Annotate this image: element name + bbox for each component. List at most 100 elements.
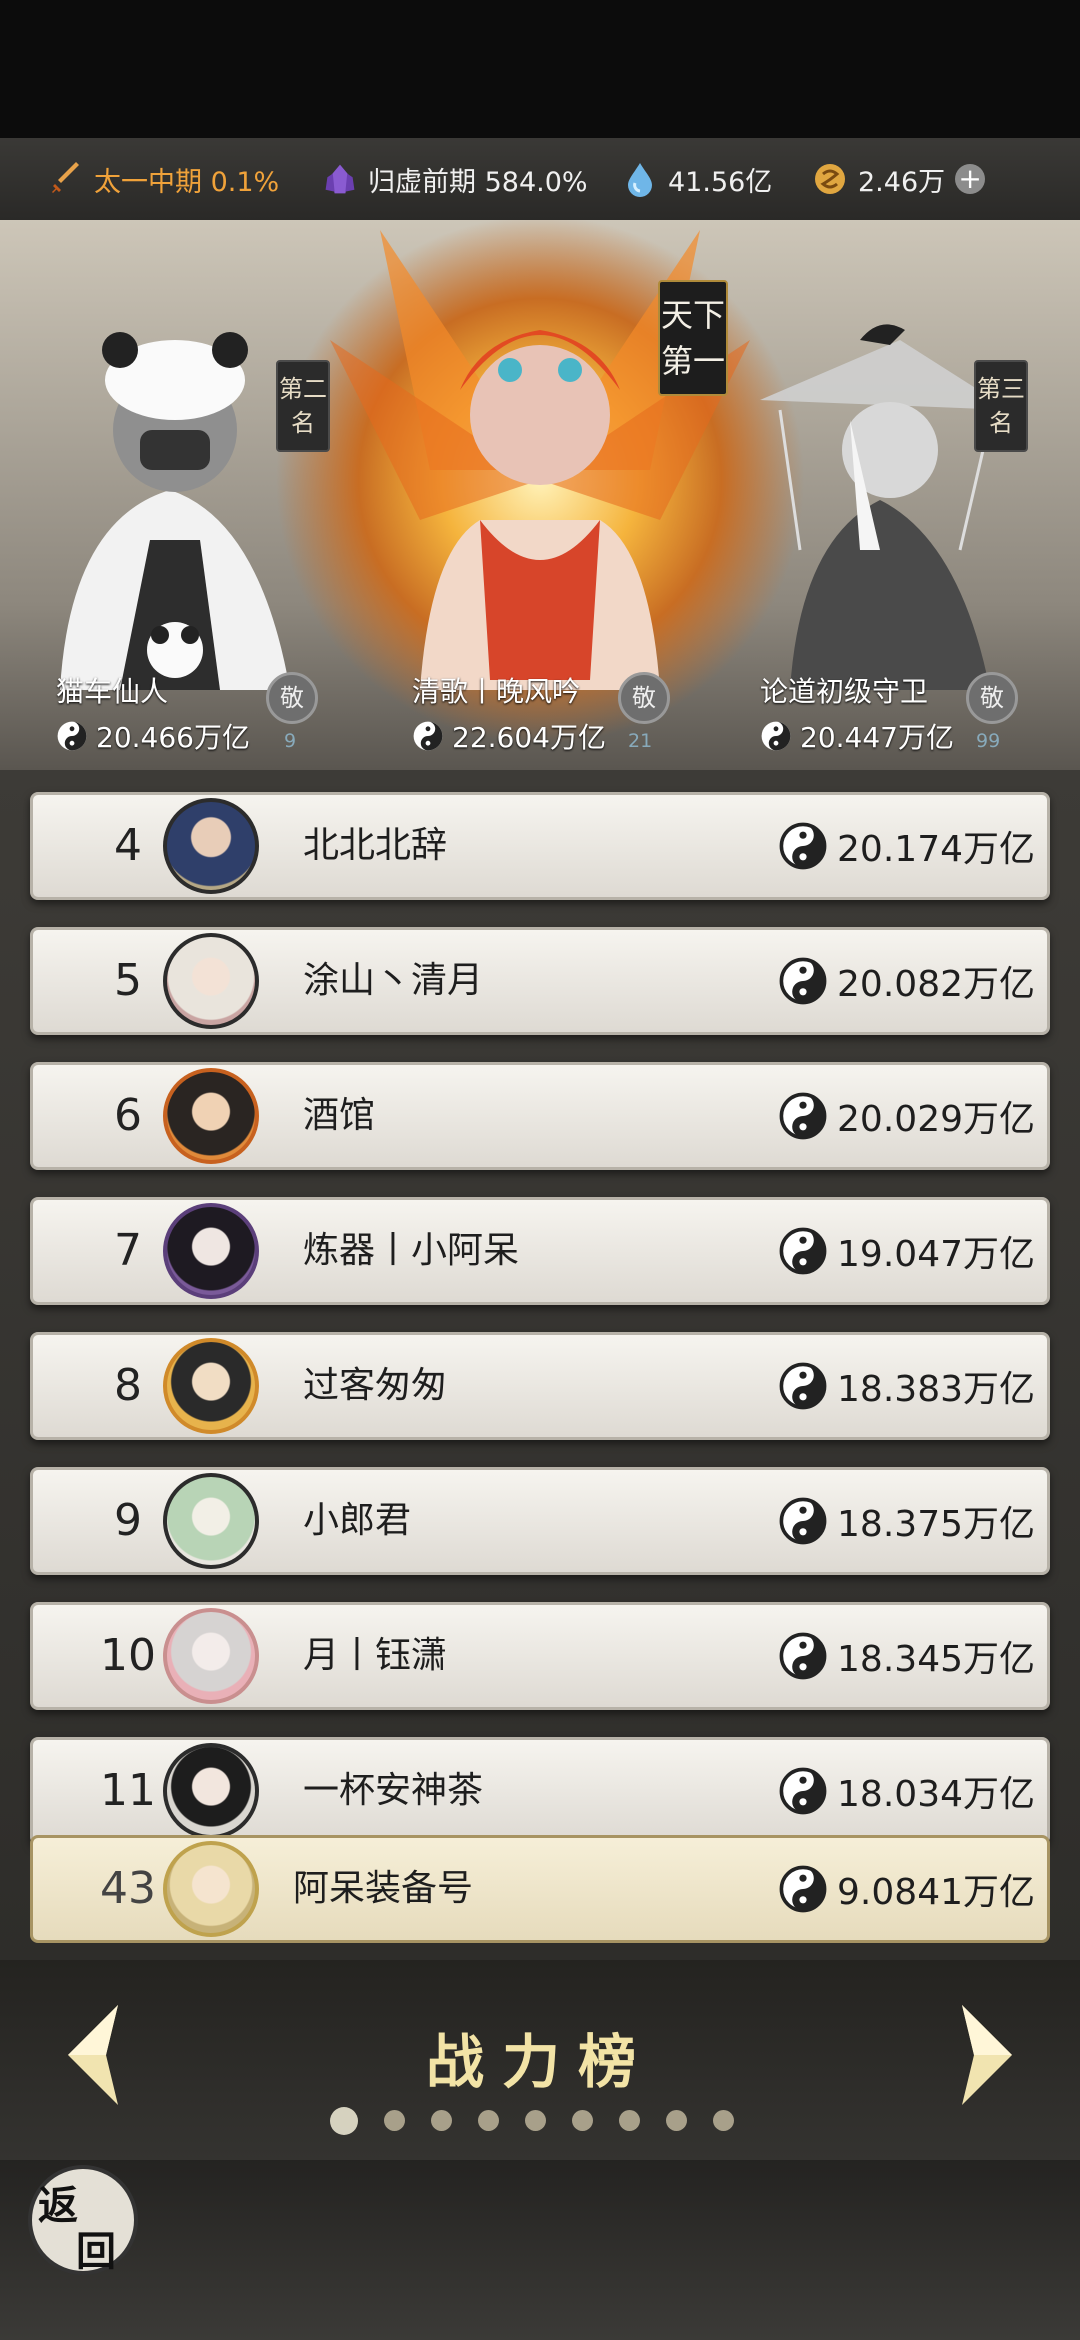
- yin-yang-icon: [779, 957, 827, 1005]
- realm-label: 归虚前期 584.0%: [368, 166, 588, 198]
- my-player-name: 阿呆装备号: [293, 1868, 474, 1909]
- yin-yang-icon: [413, 721, 443, 751]
- power-value: 18.375万亿: [779, 1470, 1035, 1572]
- bottom-panel: 战力榜 返 回: [0, 1960, 1080, 2340]
- ranking-row[interactable]: 6 酒馆 20.029万亿: [30, 1062, 1050, 1170]
- cultivation-resource: 太一中期 0.1%: [48, 138, 279, 220]
- ranking-row[interactable]: 10 月丨钰潇 18.345万亿: [30, 1602, 1050, 1710]
- ranking-row[interactable]: 8 过客匆匆 18.383万亿: [30, 1332, 1050, 1440]
- power-value: 18.383万亿: [779, 1335, 1035, 1437]
- yin-yang-icon: [761, 721, 791, 751]
- power-text: 18.345万亿: [837, 1639, 1035, 1680]
- third-place-power: 20.447万亿: [760, 716, 954, 756]
- page-dot[interactable]: [572, 2110, 593, 2131]
- crystal-icon: [322, 161, 358, 197]
- yin-yang-icon: [779, 1497, 827, 1545]
- ranking-row[interactable]: 5 涂山丶清月 20.082万亿: [30, 927, 1050, 1035]
- my-power-text: 9.0841万亿: [837, 1872, 1035, 1913]
- third-place-power-value: 20.447万亿: [800, 721, 954, 754]
- third-place-name: 论道初级守卫: [760, 675, 929, 708]
- back-label-2: 回: [76, 2228, 116, 2275]
- my-ranking-row[interactable]: 43 阿呆装备号 9.0841万亿: [30, 1835, 1050, 1943]
- first-place-card[interactable]: 清歌丨晚风吟 22.604万亿 敬 21: [396, 660, 696, 760]
- first-place-power: 22.604万亿: [412, 716, 606, 756]
- next-board-arrow-icon[interactable]: [952, 2000, 1022, 2110]
- page-dot[interactable]: [619, 2110, 640, 2131]
- spirit-coin-resource: 2.46万 +: [812, 138, 986, 220]
- ranking-row[interactable]: 7 炼器丨小阿呆 19.047万亿: [30, 1197, 1050, 1305]
- second-place-plaque: 第二名: [276, 360, 330, 452]
- yin-yang-icon: [779, 1362, 827, 1410]
- player-name: 一杯安神茶: [303, 1770, 484, 1811]
- top-status-area: [0, 0, 1080, 138]
- ranking-list[interactable]: 4 北北北辞 20.174万亿 5 涂山丶清月 20.082万亿 6 酒馆 20…: [0, 770, 1080, 1960]
- page-dot[interactable]: [384, 2110, 405, 2131]
- back-button[interactable]: 返 回: [28, 2165, 138, 2275]
- spirit-water-label: 41.56亿: [668, 166, 773, 198]
- power-text: 20.082万亿: [837, 964, 1035, 1005]
- third-place-plaque: 第三名: [974, 360, 1028, 452]
- avatar: [163, 1068, 259, 1164]
- avatar: [163, 1203, 259, 1299]
- power-value: 19.047万亿: [779, 1200, 1035, 1302]
- first-place-plaque: 天下第一: [658, 280, 728, 396]
- avatar: [163, 798, 259, 894]
- yin-yang-icon: [57, 721, 87, 751]
- second-place-card[interactable]: 猫车仙人 20.466万亿 敬 9: [40, 660, 340, 760]
- back-label-1: 返: [38, 2182, 78, 2229]
- page-dot[interactable]: [713, 2110, 734, 2131]
- page-indicator: [330, 2107, 734, 2135]
- avatar: [163, 933, 259, 1029]
- my-power-value: 9.0841万亿: [779, 1838, 1035, 1940]
- sword-icon: [48, 161, 84, 197]
- ranking-row[interactable]: 11 一杯安神茶 18.034万亿: [30, 1737, 1050, 1845]
- page-dot[interactable]: [330, 2107, 358, 2135]
- power-value: 20.082万亿: [779, 930, 1035, 1032]
- ranking-row[interactable]: 4 北北北辞 20.174万亿: [30, 792, 1050, 900]
- power-text: 19.047万亿: [837, 1234, 1035, 1275]
- yin-yang-icon: [779, 1865, 827, 1913]
- page-dot[interactable]: [525, 2110, 546, 2131]
- worship-button-second[interactable]: 敬: [266, 672, 318, 724]
- worship-count-second: 9: [284, 730, 297, 752]
- yin-yang-icon: [779, 1767, 827, 1815]
- second-place-power-value: 20.466万亿: [96, 721, 250, 754]
- my-avatar: [163, 1841, 259, 1937]
- power-value: 20.029万亿: [779, 1065, 1035, 1167]
- power-value: 18.345万亿: [779, 1605, 1035, 1707]
- top-three-podium: 第二名 天下第一 第三名 猫车仙人 20.466万亿 敬 9 清歌丨晚风吟 22…: [0, 220, 1080, 770]
- avatar: [163, 1743, 259, 1839]
- power-text: 18.375万亿: [837, 1504, 1035, 1545]
- page-dot[interactable]: [666, 2110, 687, 2131]
- add-currency-button[interactable]: +: [955, 164, 986, 194]
- power-text: 18.034万亿: [837, 1774, 1035, 1815]
- worship-count-third: 99: [976, 730, 1001, 752]
- avatar: [163, 1473, 259, 1569]
- third-place-card[interactable]: 论道初级守卫 20.447万亿 敬 99: [744, 660, 1044, 760]
- player-name: 小郎君: [303, 1500, 412, 1541]
- second-place-name: 猫车仙人: [56, 675, 169, 708]
- cultivation-label: 太一中期 0.1%: [94, 166, 280, 198]
- yin-yang-icon: [779, 1632, 827, 1680]
- spirit-water-resource: 41.56亿: [622, 138, 772, 220]
- worship-button-third[interactable]: 敬: [966, 672, 1018, 724]
- board-switcher: 战力榜: [0, 1960, 1080, 2160]
- avatar: [163, 1338, 259, 1434]
- player-name: 北北北辞: [303, 825, 448, 866]
- power-value: 20.174万亿: [779, 795, 1035, 897]
- spirit-coin-icon: [812, 161, 848, 197]
- realm-resource: 归虚前期 584.0%: [322, 138, 588, 220]
- power-text: 20.029万亿: [837, 1099, 1035, 1140]
- page-dot[interactable]: [478, 2110, 499, 2131]
- yin-yang-icon: [779, 1092, 827, 1140]
- power-text: 20.174万亿: [837, 829, 1035, 870]
- player-name: 炼器丨小阿呆: [303, 1230, 520, 1271]
- player-name: 过客匆匆: [303, 1365, 448, 1406]
- page-dot[interactable]: [431, 2110, 452, 2131]
- board-title: 战力榜: [425, 2028, 654, 2096]
- first-place-power-value: 22.604万亿: [452, 721, 606, 754]
- first-place-name: 清歌丨晚风吟: [412, 675, 581, 708]
- ranking-row[interactable]: 9 小郎君 18.375万亿: [30, 1467, 1050, 1575]
- avatar: [163, 1608, 259, 1704]
- worship-button-first[interactable]: 敬: [618, 672, 670, 724]
